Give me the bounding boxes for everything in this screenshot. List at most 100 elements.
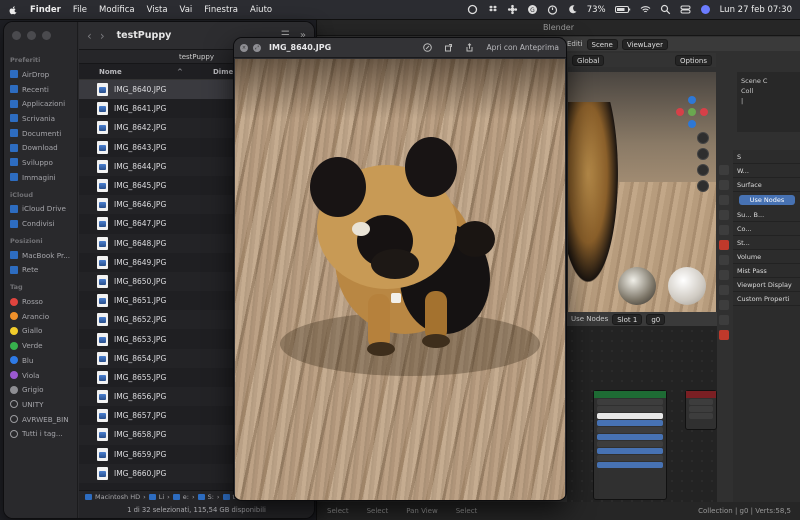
apple-menu-icon[interactable] xyxy=(8,5,18,15)
menu-modifica[interactable]: Modifica xyxy=(99,5,135,15)
navigation-gizmo-icon[interactable] xyxy=(672,92,712,132)
menubar-datetime[interactable]: Lun 27 feb 07:30 xyxy=(720,5,792,15)
focus-icon[interactable] xyxy=(567,4,578,15)
sidebar-item-documenti[interactable]: Documenti xyxy=(4,126,77,141)
sidebar-item-download[interactable]: Download xyxy=(4,140,77,155)
slot-dropdown[interactable]: Slot 1 xyxy=(612,313,643,325)
battery-percentage[interactable]: 73% xyxy=(587,5,606,15)
close-button[interactable]: × xyxy=(240,43,248,52)
markup-icon[interactable] xyxy=(423,43,433,52)
path-segment[interactable]: S: xyxy=(208,493,214,501)
timer-icon[interactable] xyxy=(547,4,558,15)
sidebar-item-macbook-pr[interactable]: MacBook Pr... xyxy=(4,248,77,263)
menu-file[interactable]: File xyxy=(73,5,87,15)
sidebar-item-sviluppo[interactable]: Sviluppo xyxy=(4,155,77,170)
transform-orientation-dropdown[interactable]: Global xyxy=(572,54,605,66)
sidebar-item-rete[interactable]: Rete xyxy=(4,263,77,278)
sidebar-item-applicazioni[interactable]: Applicazioni xyxy=(4,96,77,111)
output-tab-icon[interactable] xyxy=(719,195,729,205)
forward-button[interactable]: › xyxy=(100,29,105,43)
menu-aiuto[interactable]: Aiuto xyxy=(250,5,272,15)
object-tab-icon[interactable] xyxy=(719,255,729,265)
mist-pass-panel[interactable]: Mist Pass xyxy=(733,264,800,278)
view-layer-tab-icon[interactable] xyxy=(719,210,729,220)
data-tab-icon[interactable] xyxy=(719,315,729,325)
hand-pan-icon[interactable] xyxy=(697,148,709,160)
scene-selector[interactable]: Scene xyxy=(586,38,618,50)
close-button[interactable] xyxy=(12,31,21,40)
back-button[interactable]: ‹ xyxy=(87,29,92,43)
flower-icon[interactable] xyxy=(507,4,518,15)
fullscreen-button[interactable]: ⤢ xyxy=(253,43,261,52)
world-tab-icon[interactable] xyxy=(719,240,729,250)
sidebar-item-rosso[interactable]: Rosso xyxy=(4,294,77,309)
editing-tab-label[interactable]: Editi xyxy=(567,40,583,48)
strength-row[interactable]: St... xyxy=(733,236,800,250)
sidebar-item-viola[interactable]: Viola xyxy=(4,368,77,383)
shader-node-editor[interactable] xyxy=(567,326,717,502)
battery-icon[interactable] xyxy=(614,4,631,15)
sidebar-item-airdrop[interactable]: AirDrop xyxy=(4,67,77,82)
minimize-button[interactable] xyxy=(27,31,36,40)
sidebar-item-tutti-i-tag[interactable]: Tutti i tag... xyxy=(4,426,77,441)
sidebar-item-immagini[interactable]: Immagini xyxy=(4,170,77,185)
node-use-nodes-label[interactable]: Use Nodes xyxy=(571,315,608,323)
open-with-preview-button[interactable]: Apri con Anteprima xyxy=(486,43,559,52)
menu-app-finder[interactable]: Finder xyxy=(30,5,61,15)
modifier-tab-icon[interactable] xyxy=(719,270,729,280)
principled-bsdf-node[interactable] xyxy=(593,390,667,500)
tool-tab-icon[interactable] xyxy=(719,165,729,175)
material-selector[interactable]: g0 xyxy=(646,313,666,325)
sidebar-item-verde[interactable]: Verde xyxy=(4,338,77,353)
render-tab-icon[interactable] xyxy=(719,180,729,190)
sidebar-item-blu[interactable]: Blu xyxy=(4,353,77,368)
sidebar-item-recenti[interactable]: Recenti xyxy=(4,82,77,97)
wifi-icon[interactable] xyxy=(640,4,651,15)
constraints-tab-icon[interactable] xyxy=(719,300,729,310)
camera-icon[interactable] xyxy=(697,164,709,176)
color-row[interactable]: Co... xyxy=(733,222,800,236)
menu-vai[interactable]: Vai xyxy=(180,5,193,15)
surface-shader-value[interactable]: B... xyxy=(754,211,765,219)
viewport-display-panel[interactable]: Viewport Display xyxy=(733,278,800,292)
surface-panel-header[interactable]: Surface xyxy=(733,178,800,192)
world-selector[interactable]: W... xyxy=(733,164,800,178)
control-center-icon[interactable] xyxy=(680,4,691,15)
menu-finestra[interactable]: Finestra xyxy=(204,5,238,15)
outliner-item-scene[interactable]: Scene C xyxy=(741,76,797,86)
dropbox-icon[interactable] xyxy=(487,4,498,15)
creative-cloud-icon[interactable] xyxy=(467,4,478,15)
use-nodes-button[interactable]: Use Nodes xyxy=(739,195,795,205)
siri-icon[interactable] xyxy=(700,4,711,15)
sidebar-item-condivisi[interactable]: Condivisi xyxy=(4,216,77,231)
properties-search-row[interactable]: S xyxy=(733,150,800,164)
material-tab-icon[interactable] xyxy=(719,330,729,340)
sidebar-item-scrivania[interactable]: Scrivania xyxy=(4,111,77,126)
custom-properties-panel[interactable]: Custom Properti xyxy=(733,292,800,306)
sidebar-item-grigio[interactable]: Grigio xyxy=(4,382,77,397)
sidebar-item-unity[interactable]: UNITY xyxy=(4,397,77,412)
menu-vista[interactable]: Vista xyxy=(147,5,168,15)
search-icon[interactable] xyxy=(660,4,671,15)
path-segment[interactable]: Macintosh HD xyxy=(95,493,140,501)
grid-icon[interactable] xyxy=(697,180,709,192)
path-segment[interactable]: Li xyxy=(159,493,164,501)
share-icon[interactable] xyxy=(465,43,474,52)
grammarly-icon[interactable]: G xyxy=(527,4,538,15)
scene-tab-icon[interactable] xyxy=(719,225,729,235)
sidebar-item-icloud-drive[interactable]: iCloud Drive xyxy=(4,202,77,217)
path-segment[interactable]: e: xyxy=(183,493,189,501)
sidebar-item-arancio[interactable]: Arancio xyxy=(4,309,77,324)
viewlayer-selector[interactable]: ViewLayer xyxy=(621,38,668,50)
sidebar-item-avrweb-bin[interactable]: AVRWEB_BIN xyxy=(4,412,77,427)
column-name[interactable]: Nome xyxy=(99,68,177,76)
volume-panel[interactable]: Volume xyxy=(733,250,800,264)
options-dropdown[interactable]: Options xyxy=(674,54,712,66)
zoom-button[interactable] xyxy=(42,31,51,40)
rotate-icon[interactable] xyxy=(444,43,453,52)
outliner-item-object[interactable]: | xyxy=(741,96,797,106)
physics-tab-icon[interactable] xyxy=(719,285,729,295)
material-output-node[interactable] xyxy=(685,390,717,430)
outliner-item-collection[interactable]: Coll xyxy=(741,86,797,96)
zoom-icon[interactable] xyxy=(697,132,709,144)
